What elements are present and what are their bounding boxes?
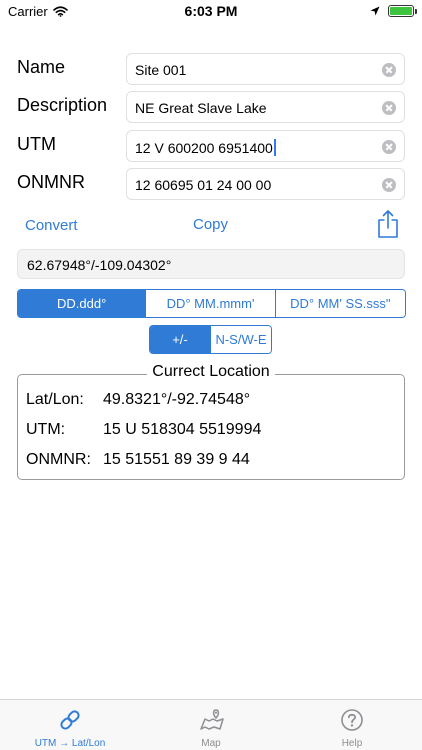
location-onmnr-label: ONMNR: [26,451,91,468]
onmnr-label: ONMNR [17,172,85,192]
tab-utm-latlon[interactable]: UTM → Lat/Lon [0,700,140,750]
description-field[interactable]: NE Great Slave Lake [126,91,405,123]
location-utm-row: UTM: 15 U 518304 5519994 [26,421,406,439]
utm-value-wrap: 12 V 600200 6951400 [135,139,276,156]
battery-icon [388,5,417,17]
tab-map-label: Map [201,738,221,749]
map-icon [200,709,224,730]
convert-button[interactable]: Convert [25,217,78,234]
tab-help-label: Help [341,738,363,749]
sign-option-cardinal[interactable]: N-S/W-E [210,326,271,353]
tab-utm-latlon-label: UTM → Lat/Lon [34,738,106,749]
description-row: Description NE Great Slave Lake [17,91,405,123]
location-latlon-row: Lat/Lon: 49.8321°/-92.74548° [26,391,406,409]
tab-help[interactable]: Help [282,700,422,750]
name-label: Name [17,57,66,77]
location-utm-value: 15 U 518304 5519994 [103,421,262,438]
battery-fill [390,7,412,15]
location-onmnr-row: ONMNR: 15 51551 89 39 9 44 [26,451,406,469]
share-icon[interactable] [377,209,399,239]
name-field[interactable]: Site 001 [126,53,405,85]
location-utm-label: UTM: [26,421,66,438]
status-right [370,5,417,17]
clear-description-icon[interactable] [382,101,396,115]
sign-segmented-control: +/- N-S/W-E [149,325,272,354]
current-location-title-text: Currect Location [147,363,275,380]
name-value: Site 001 [135,62,187,78]
copy-button[interactable]: Copy [193,216,228,233]
tab-bar: UTM → Lat/Lon Map Help [0,699,422,750]
clear-utm-icon[interactable] [382,140,396,154]
help-icon [341,709,363,731]
format-segmented-control: DD.ddd° DD° MM.mmm' DD° MM' SS.sss" [17,289,406,318]
description-value: NE Great Slave Lake [135,100,267,116]
format-option-ddmmss[interactable]: DD° MM' SS.sss" [274,290,405,317]
link-icon [60,710,80,730]
clear-name-icon[interactable] [382,63,396,77]
converted-result: 62.67948°/-109.04302° [27,257,172,273]
utm-row: UTM 12 V 600200 6951400 [17,130,405,162]
name-row: Name Site 001 [17,53,405,85]
format-option-ddmm[interactable]: DD° MM.mmm' [145,290,275,317]
onmnr-value: 12 60695 01 24 00 00 [135,177,272,193]
tab-map[interactable]: Map [141,700,281,750]
location-latlon-value: 49.8321°/-92.74548° [103,391,251,408]
onmnr-field[interactable]: 12 60695 01 24 00 00 [126,168,405,200]
sign-option-plus-minus[interactable]: +/- [150,326,210,353]
utm-label: UTM [17,134,56,154]
onmnr-row: ONMNR 12 60695 01 24 00 00 [17,168,405,200]
description-label: Description [17,95,108,115]
location-latlon-label: Lat/Lon: [26,391,84,408]
format-option-dd[interactable]: DD.ddd° [18,290,146,317]
location-arrow-icon [370,6,380,16]
clear-onmnr-icon[interactable] [382,178,396,192]
status-time: 6:03 PM [184,3,238,19]
utm-value: 12 V 600200 6951400 [135,140,273,156]
utm-field[interactable]: 12 V 600200 6951400 [126,130,405,162]
status-bar: Carrier 6:03 PM [0,0,422,22]
text-cursor [273,139,276,156]
location-onmnr-value: 15 51551 89 39 9 44 [103,451,250,468]
converted-result-field[interactable]: 62.67948°/-109.04302° [17,249,405,279]
current-location-title: Currect Location [0,363,422,381]
